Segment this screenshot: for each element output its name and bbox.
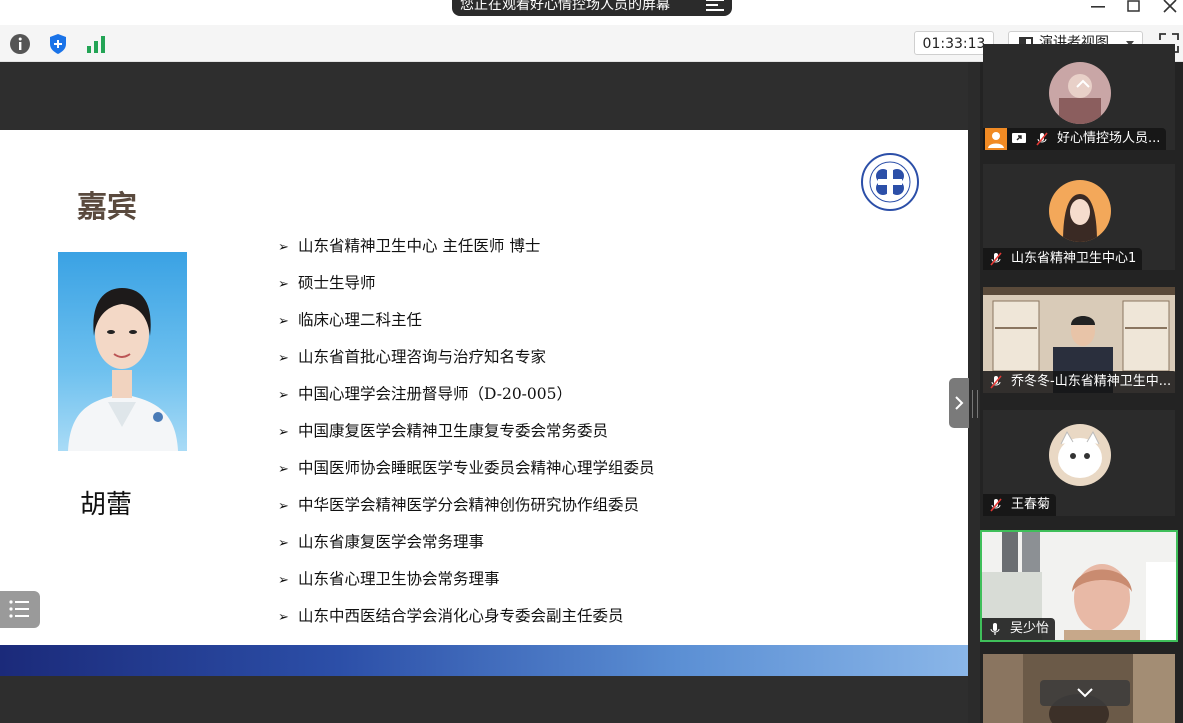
participant-tile[interactable]: 山东省精神卫生中心1	[983, 164, 1175, 270]
list-item: ➢ 中国心理学会注册督导师（D-20-005）	[278, 382, 655, 419]
speaker-name: 胡蕾	[80, 490, 133, 520]
screen-share-icon	[1012, 133, 1026, 143]
window-titlebar: 您正在观看好心情控场人员的屏幕	[0, 0, 1183, 25]
participant-name: 山东省精神卫生中心1	[1011, 251, 1137, 266]
share-banner-text: 您正在观看好心情控场人员的屏幕	[460, 0, 670, 13]
bullet-arrow-icon: ➢	[278, 499, 289, 514]
participant-label: 乔冬冬-山东省精神卫生中...	[983, 371, 1175, 393]
mic-icon	[990, 623, 1000, 635]
list-item: ➢ 中华医学会精神医学分会精神创伤研究协作组委员	[278, 493, 655, 530]
slide-heading: 嘉宾	[77, 190, 137, 225]
info-icon[interactable]	[8, 32, 32, 56]
list-item: ➢ 中国医师协会睡眠医学专业委员会精神心理学组委员	[278, 456, 655, 493]
scroll-down-button[interactable]	[1040, 680, 1130, 706]
hospital-logo-icon	[861, 153, 919, 211]
meeting-timer: 01:33:13	[914, 31, 994, 55]
list-item: ➢ 山东省心理卫生协会常务理事	[278, 567, 655, 604]
participant-name: 吴少怡	[1010, 621, 1050, 636]
avatar	[1049, 424, 1111, 486]
bullet-arrow-icon: ➢	[278, 610, 289, 625]
menu-icon[interactable]	[706, 0, 724, 12]
signal-bars-icon[interactable]	[84, 32, 108, 56]
mic-muted-icon	[990, 252, 1002, 266]
list-icon	[9, 600, 29, 618]
list-item: ➢ 临床心理二科主任	[278, 308, 655, 345]
participant-name: 好心情控场人员...	[1057, 131, 1161, 146]
screen-share-banner[interactable]: 您正在观看好心情控场人员的屏幕	[452, 0, 732, 16]
bullet-arrow-icon: ➢	[278, 314, 289, 329]
list-item: ➢ 硕士生导师	[278, 271, 655, 308]
participant-panel: 好心情控场人员... 山东省精神卫生中心1 乔冬冬-山东省精神卫生中... 王春…	[980, 44, 1183, 723]
list-item: ➢ 山东省首批心理咨询与治疗知名专家	[278, 345, 655, 382]
credentials-list: ➢ 山东省精神卫生中心 主任医师 博士 ➢ 硕士生导师 ➢ 临床心理二科主任 ➢ 山东省…	[278, 234, 655, 641]
participant-label: 吴少怡	[982, 618, 1056, 640]
slide-footer-band	[0, 645, 968, 676]
bullet-arrow-icon: ➢	[278, 536, 289, 551]
participant-tile-active-speaker[interactable]: 吴少怡	[980, 530, 1178, 642]
avatar	[1049, 180, 1111, 242]
bullet-arrow-icon: ➢	[278, 240, 289, 255]
participant-label: 山东省精神卫生中心1	[983, 248, 1143, 270]
participant-label: 好心情控场人员...	[983, 128, 1167, 150]
participant-label: 王春菊	[983, 494, 1057, 516]
participant-name: 乔冬冬-山东省精神卫生中...	[1011, 374, 1172, 389]
close-icon[interactable]	[1156, 0, 1183, 14]
participant-tile[interactable]: 王春菊	[983, 410, 1175, 516]
list-item: ➢ 山东省康复医学会常务理事	[278, 530, 655, 567]
shield-icon[interactable]	[46, 32, 70, 56]
list-item: ➢ 中国康复医学会精神卫生康复专委会常务委员	[278, 419, 655, 456]
bullet-arrow-icon: ➢	[278, 277, 289, 292]
mic-muted-icon	[990, 375, 1002, 389]
participant-tile[interactable]: 好心情控场人员...	[983, 44, 1175, 150]
list-item: ➢ 山东中西医结合学会消化心身专委会副主任委员	[278, 604, 655, 641]
bullet-arrow-icon: ➢	[278, 573, 289, 588]
resize-grip[interactable]	[972, 390, 978, 418]
bullet-arrow-icon: ➢	[278, 425, 289, 440]
minimize-icon[interactable]	[1084, 0, 1112, 14]
participant-tile[interactable]: 乔冬冬-山东省精神卫生中...	[983, 287, 1175, 393]
bullet-arrow-icon: ➢	[278, 351, 289, 366]
mic-muted-icon	[1036, 132, 1048, 146]
bullet-arrow-icon: ➢	[278, 462, 289, 477]
speaker-photo	[58, 252, 187, 451]
maximize-icon[interactable]	[1120, 0, 1148, 14]
bullet-arrow-icon: ➢	[278, 388, 289, 403]
chevron-down-icon	[1077, 688, 1093, 698]
host-icon	[985, 128, 1007, 150]
chevron-right-icon	[955, 396, 964, 410]
mic-muted-icon	[990, 498, 1002, 512]
participant-name: 王春菊	[1011, 497, 1051, 512]
collapse-panel-button[interactable]	[949, 378, 969, 428]
list-item: ➢ 山东省精神卫生中心 主任医师 博士	[278, 234, 655, 271]
floating-list-button[interactable]	[0, 591, 40, 628]
scroll-up-icon[interactable]	[1063, 71, 1103, 97]
